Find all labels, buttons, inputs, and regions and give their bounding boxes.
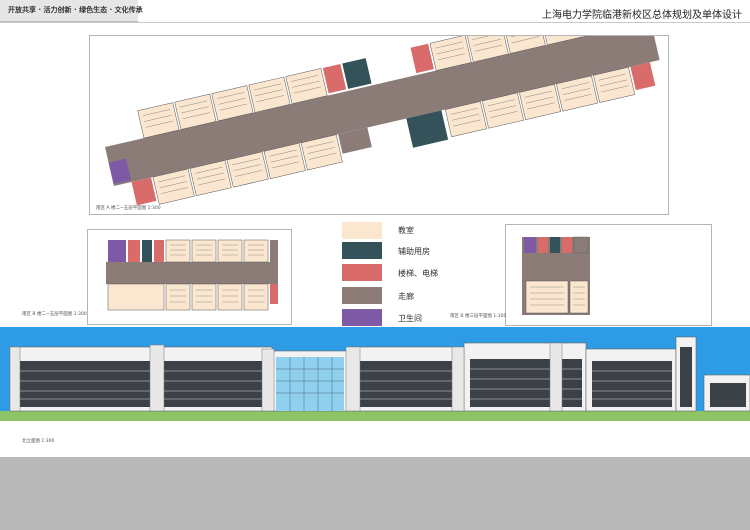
bottom-band (0, 457, 750, 530)
plan-right-panel (505, 224, 712, 326)
legend-swatch-corridor (342, 287, 382, 304)
plan-main-drawing (105, 36, 660, 206)
legend-swatch-toilet (342, 309, 382, 326)
elevation-drawing (0, 327, 750, 421)
plan-main-panel (89, 35, 669, 215)
plan-right-drawing (522, 236, 590, 315)
legend-swatch-stair (342, 264, 382, 281)
legend-label-toilet: 卫生间 (398, 314, 422, 323)
plan-left-drawing (106, 239, 278, 311)
plan-left-panel (87, 229, 292, 325)
header-bar: 开放共享 · 活力创新 · 绿色生态 · 文化传承 上海电力学院临港新校区总体规… (0, 0, 750, 23)
legend-label-stair: 楼梯、电梯 (398, 269, 438, 278)
legend-swatch-classroom (342, 222, 382, 239)
legend-label-auxiliary: 辅助用房 (398, 247, 430, 256)
caption-plan-main: 南区 A 楼二~五层平面图 1:300 (96, 206, 161, 211)
legend-label-corridor: 走廊 (398, 292, 414, 301)
page-title: 上海电力学院临港新校区总体规划及单体设计 (542, 10, 742, 21)
caption-elevation: 北立面图 1:300 (22, 439, 55, 444)
header-divider (0, 22, 750, 23)
caption-plan-right: 南区 B 楼三层平面图 1:300 (450, 314, 507, 319)
caption-plan-left: 南区 B 楼二~五层平面图 1:300 (22, 312, 87, 317)
slogan-text: 开放共享 · 活力创新 · 绿色生态 · 文化传承 (8, 6, 143, 14)
slogan-box: 开放共享 · 活力创新 · 绿色生态 · 文化传承 (0, 0, 143, 22)
legend-label-classroom: 教室 (398, 226, 414, 235)
legend-swatch-auxiliary (342, 242, 382, 259)
